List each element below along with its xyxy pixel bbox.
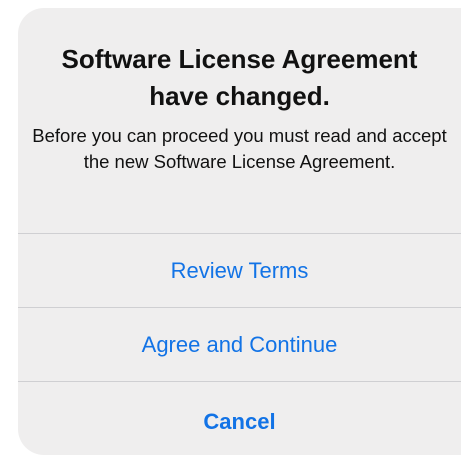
agree-and-continue-button[interactable]: Agree and Continue bbox=[18, 307, 461, 381]
alert-title: Software License Agreement have changed. bbox=[61, 44, 418, 111]
alert-body: Software License Agreement have changed.… bbox=[18, 8, 461, 233]
alert-message: Before you can proceed you must read and… bbox=[32, 125, 447, 172]
review-terms-button[interactable]: Review Terms bbox=[18, 233, 461, 307]
license-alert-dialog: Software License Agreement have changed.… bbox=[18, 8, 461, 455]
cancel-button[interactable]: Cancel bbox=[18, 381, 461, 455]
